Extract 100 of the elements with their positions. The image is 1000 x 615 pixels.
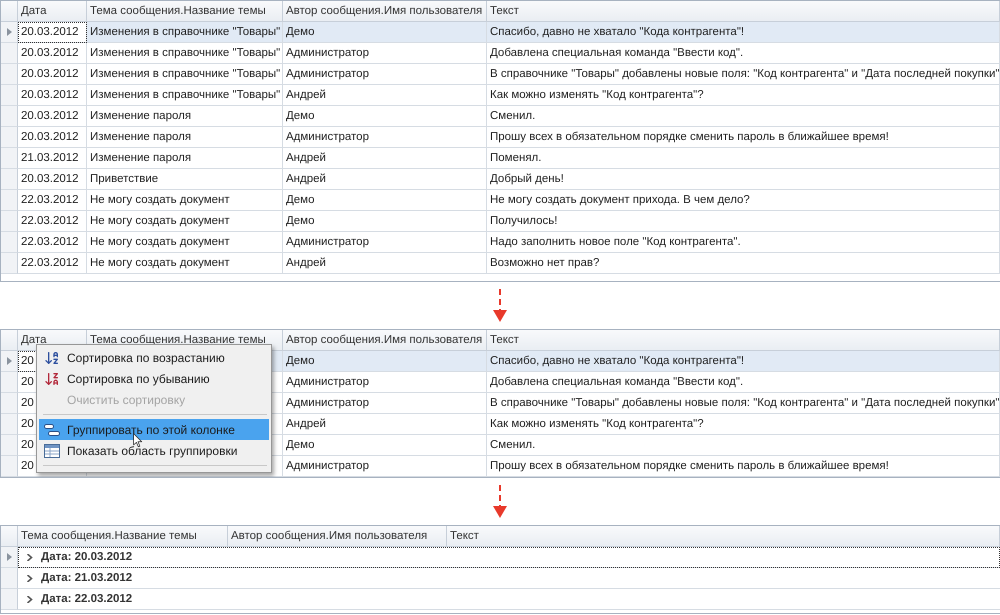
table-cell: Андрей xyxy=(283,148,487,169)
table-cell: 20.03.2012 xyxy=(18,127,87,148)
table-cell: 22.03.2012 xyxy=(18,211,87,232)
table-cell: Получилось! xyxy=(487,211,1000,232)
row-indicator[interactable] xyxy=(1,127,18,148)
table-cell: Возможно нет прав? xyxy=(487,253,1000,274)
table-cell: 20.03.2012 xyxy=(18,106,87,127)
row-indicator[interactable] xyxy=(1,435,18,456)
table-cell: Надо заполнить новое поле "Код контрагента". xyxy=(487,232,1000,253)
table-cell: Администратор xyxy=(283,372,487,393)
chevron-right-icon[interactable] xyxy=(26,596,33,602)
table-cell: Не могу создать документ xyxy=(87,253,283,274)
table-cell: 22.03.2012 xyxy=(18,232,87,253)
table-cell: Демо xyxy=(283,435,487,456)
row-indicator[interactable] xyxy=(1,64,18,85)
table-cell: Сменил. xyxy=(487,106,1000,127)
column-header[interactable]: Текст xyxy=(487,330,1000,351)
row-indicator[interactable] xyxy=(1,351,18,372)
header-corner xyxy=(1,526,18,547)
column-header[interactable]: Текст xyxy=(487,1,1000,22)
header-corner xyxy=(1,1,18,22)
table-cell: 20.03.2012 xyxy=(18,22,87,43)
table-cell: Изменения в справочнике "Товары" xyxy=(87,43,283,64)
column-header[interactable]: Тема сообщения.Название темы xyxy=(18,526,228,547)
menu-item[interactable]: Группировать по этой колонке xyxy=(39,419,269,440)
table-cell: Приветствие xyxy=(87,169,283,190)
sort-ascending-icon xyxy=(44,350,60,366)
row-indicator[interactable] xyxy=(1,589,18,610)
group-label: Дата: 21.03.2012 xyxy=(41,571,132,586)
row-indicator[interactable] xyxy=(1,106,18,127)
table-cell: Сменил. xyxy=(487,435,1000,456)
table-cell: Андрей xyxy=(283,169,487,190)
table-cell: Изменения в справочнике "Товары" xyxy=(87,22,283,43)
column-header[interactable]: Текст xyxy=(447,526,1000,547)
group-label: Дата: 20.03.2012 xyxy=(41,550,132,565)
column-header[interactable]: Тема сообщения.Название темы xyxy=(87,1,283,22)
table-cell: Прошу всех в обязательном порядке сменить пароль в ближайшее время! xyxy=(487,127,1000,148)
table-cell: Администратор xyxy=(283,64,487,85)
table-cell: Демо xyxy=(283,211,487,232)
row-indicator[interactable] xyxy=(1,22,18,43)
table-cell: Спасибо, давно не хватало "Кода контрагента"! xyxy=(487,22,1000,43)
table-cell: Администратор xyxy=(283,393,487,414)
row-indicator[interactable] xyxy=(1,85,18,106)
row-indicator[interactable] xyxy=(1,568,18,589)
table-cell: Добрый день! xyxy=(487,169,1000,190)
chevron-right-icon[interactable] xyxy=(26,574,33,582)
down-arrow xyxy=(493,485,507,518)
table-cell: Как можно изменять "Код контрагента"? xyxy=(487,85,1000,106)
table-cell: Спасибо, давно не хватало "Кода контрагента"! xyxy=(487,351,1000,372)
row-indicator[interactable] xyxy=(1,372,18,393)
sort-descending-icon xyxy=(44,370,60,386)
row-indicator[interactable] xyxy=(1,232,18,253)
group-row[interactable]: Дата: 21.03.2012 xyxy=(18,568,1000,589)
group-row[interactable]: Дата: 20.03.2012 xyxy=(18,547,1000,568)
row-pointer-icon xyxy=(6,28,12,36)
table-cell: Изменение пароля xyxy=(87,106,283,127)
group-label: Дата: 22.03.2012 xyxy=(41,592,132,607)
table-cell: Не могу создать документ прихода. В чем дело? xyxy=(487,190,1000,211)
table-cell: Изменения в справочнике "Товары" xyxy=(87,85,283,106)
table-cell: Демо xyxy=(283,351,487,372)
row-indicator[interactable] xyxy=(1,547,18,568)
table-cell: Демо xyxy=(283,106,487,127)
row-indicator[interactable] xyxy=(1,393,18,414)
table-cell: 20.03.2012 xyxy=(18,169,87,190)
chevron-right-icon[interactable] xyxy=(26,554,33,560)
table-cell: 21.03.2012 xyxy=(18,148,87,169)
header-corner xyxy=(1,330,18,351)
row-indicator[interactable] xyxy=(1,43,18,64)
group-icon xyxy=(44,424,60,436)
column-header[interactable]: Дата xyxy=(18,1,87,22)
table-cell: В справочнике "Товары" добавлены новые поля: "Код контрагента" и "Дата последней покупки" xyxy=(487,393,1000,414)
table-cell: Добавлена специальная команда "Ввести код". xyxy=(487,43,1000,64)
column-header[interactable]: Автор сообщения.Имя пользователя xyxy=(283,1,487,22)
table-cell: Как можно изменять "Код контрагента"? xyxy=(487,414,1000,435)
group-row[interactable]: Дата: 22.03.2012 xyxy=(18,589,1000,610)
row-indicator[interactable] xyxy=(1,253,18,274)
row-indicator[interactable] xyxy=(1,414,18,435)
table-cell: Администратор xyxy=(283,127,487,148)
table-cell: Администратор xyxy=(283,232,487,253)
row-indicator[interactable] xyxy=(1,211,18,232)
row-indicator[interactable] xyxy=(1,190,18,211)
table-cell: Поменял. xyxy=(487,148,1000,169)
table-cell: Не могу создать документ xyxy=(87,232,283,253)
column-header[interactable]: Автор сообщения.Имя пользователя xyxy=(228,526,447,547)
table-cell: Изменение пароля xyxy=(87,148,283,169)
table-cell: Администратор xyxy=(283,43,487,64)
table-cell: 20.03.2012 xyxy=(18,64,87,85)
column-header[interactable]: Автор сообщения.Имя пользователя xyxy=(283,330,487,351)
table-cell: Изменения в справочнике "Товары" xyxy=(87,64,283,85)
table-cell: 22.03.2012 xyxy=(18,253,87,274)
table-cell: Андрей xyxy=(283,414,487,435)
row-pointer-icon xyxy=(6,553,12,561)
table-cell: 20.03.2012 xyxy=(18,43,87,64)
table-cell: Андрей xyxy=(283,85,487,106)
table-cell: Не могу создать документ xyxy=(87,211,283,232)
row-indicator[interactable] xyxy=(1,148,18,169)
row-pointer-icon xyxy=(6,357,12,365)
row-indicator[interactable] xyxy=(1,456,18,477)
table-cell: Андрей xyxy=(283,253,487,274)
row-indicator[interactable] xyxy=(1,169,18,190)
